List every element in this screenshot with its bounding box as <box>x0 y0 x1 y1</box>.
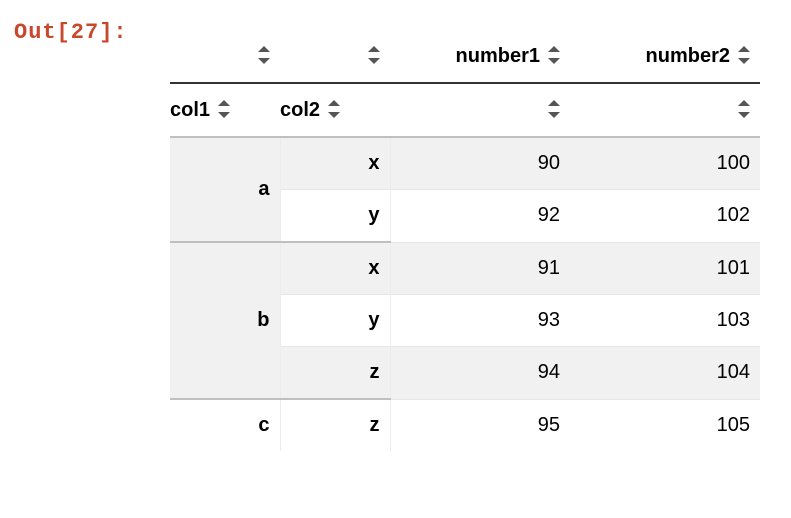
cell-number1: 90 <box>390 137 570 190</box>
cell-number2: 102 <box>570 190 760 243</box>
cell-number1: 92 <box>390 190 570 243</box>
dataframe-table: number1 number2 col1 col2 ax90100y92102b… <box>170 30 760 451</box>
index-col1: a <box>170 137 280 242</box>
index-col2: z <box>280 399 390 451</box>
header-col1[interactable]: col1 <box>170 83 280 137</box>
output-prompt-label: Out[27]: <box>14 20 128 45</box>
header-sub-blank-2[interactable] <box>570 83 760 137</box>
header-sub-blank-1[interactable] <box>390 83 570 137</box>
cell-number1: 93 <box>390 295 570 347</box>
index-col1: c <box>170 399 280 451</box>
sort-icon <box>216 100 230 118</box>
table-row: cz95105 <box>170 399 760 451</box>
header-col2-label: col2 <box>280 99 320 121</box>
index-col1: b <box>170 242 280 399</box>
header-col1-label: col1 <box>170 99 210 121</box>
sort-icon <box>736 46 750 64</box>
header-blank-1[interactable] <box>170 30 280 83</box>
sort-icon <box>736 100 750 118</box>
table-row: ax90100 <box>170 137 760 190</box>
header-row-top: number1 number2 <box>170 30 760 83</box>
sort-icon <box>366 46 380 64</box>
cell-number2: 104 <box>570 347 760 400</box>
header-number2-label: number2 <box>646 45 730 67</box>
sort-icon <box>546 100 560 118</box>
header-row-sub: col1 col2 <box>170 83 760 137</box>
sort-icon <box>546 46 560 64</box>
header-number1[interactable]: number1 <box>390 30 570 83</box>
index-col2: x <box>280 137 390 190</box>
index-col2: z <box>280 347 390 400</box>
header-number2[interactable]: number2 <box>570 30 760 83</box>
cell-number1: 95 <box>390 399 570 451</box>
sort-icon <box>326 100 340 118</box>
index-col2: y <box>280 190 390 243</box>
table-row: bx91101 <box>170 242 760 295</box>
cell-number1: 94 <box>390 347 570 400</box>
cell-number2: 103 <box>570 295 760 347</box>
cell-number2: 100 <box>570 137 760 190</box>
cell-number2: 101 <box>570 242 760 295</box>
header-col2[interactable]: col2 <box>280 83 390 137</box>
cell-number1: 91 <box>390 242 570 295</box>
index-col2: y <box>280 295 390 347</box>
dataframe-table-wrap: number1 number2 col1 col2 ax90100y92102b… <box>170 30 760 451</box>
header-number1-label: number1 <box>456 45 540 67</box>
sort-icon <box>256 46 270 64</box>
table-head: number1 number2 col1 col2 <box>170 30 760 137</box>
table-body: ax90100y92102bx91101y93103z94104cz95105 <box>170 137 760 451</box>
cell-number2: 105 <box>570 399 760 451</box>
index-col2: x <box>280 242 390 295</box>
header-blank-2[interactable] <box>280 30 390 83</box>
